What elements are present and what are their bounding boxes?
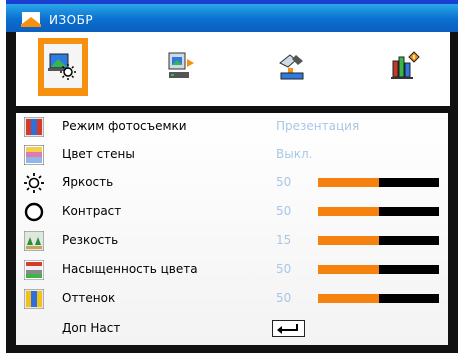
setup-settings-icon bbox=[279, 54, 304, 80]
tint-slider[interactable] bbox=[318, 294, 439, 303]
options-info-icon bbox=[391, 51, 420, 79]
brightness-slider[interactable] bbox=[318, 178, 439, 187]
color-saturation-icon bbox=[24, 260, 44, 280]
display-mode-value: Презентация bbox=[276, 119, 360, 133]
sharpness-slider[interactable] bbox=[318, 236, 439, 245]
contrast-slider[interactable] bbox=[318, 207, 439, 216]
tint-value: 50 bbox=[276, 291, 292, 305]
color-saturation-slider[interactable] bbox=[318, 265, 439, 274]
sharpness-icon bbox=[24, 231, 44, 251]
menu-item-tint[interactable]: Оттенок 50 bbox=[16, 286, 448, 312]
picture-menu: Режим фотосъемки Презентация Цвет стены … bbox=[16, 113, 448, 345]
contrast-value: 50 bbox=[276, 204, 292, 218]
menu-item-wall-color[interactable]: Цвет стены Выкл. bbox=[16, 142, 448, 168]
enter-button[interactable] bbox=[272, 320, 305, 337]
title-bar: ИЗОБР bbox=[6, 4, 458, 32]
display-mode-icon bbox=[24, 117, 44, 137]
menu-item-sharpness[interactable]: Резкость 15 bbox=[16, 228, 448, 254]
color-saturation-value: 50 bbox=[276, 262, 292, 276]
picture-icon bbox=[21, 12, 41, 27]
enter-icon bbox=[277, 324, 298, 334]
menu-item-advanced[interactable]: Доп Наст bbox=[16, 316, 448, 342]
wall-color-icon bbox=[24, 145, 44, 165]
menu-item-color-saturation[interactable]: Насыщенность цвета 50 bbox=[16, 257, 448, 283]
tint-icon bbox=[24, 289, 44, 309]
tab-image[interactable] bbox=[38, 38, 88, 96]
wall-color-value: Выкл. bbox=[276, 147, 313, 161]
sharpness-value: 15 bbox=[276, 233, 292, 247]
image-settings-icon bbox=[48, 53, 76, 80]
contrast-icon bbox=[24, 202, 44, 222]
brightness-icon bbox=[24, 173, 44, 193]
menu-item-contrast[interactable]: Контраст 50 bbox=[16, 199, 448, 225]
tab-setup[interactable] bbox=[266, 38, 316, 96]
menu-item-display-mode[interactable]: Режим фотосъемки Презентация bbox=[16, 114, 448, 140]
tab-options[interactable] bbox=[380, 38, 430, 96]
page-title: ИЗОБР bbox=[49, 13, 94, 27]
tab-display[interactable] bbox=[156, 38, 206, 96]
tab-bar bbox=[16, 32, 450, 106]
menu-item-brightness[interactable]: Яркость 50 bbox=[16, 170, 448, 196]
brightness-value: 50 bbox=[276, 175, 292, 189]
display-settings-icon bbox=[168, 52, 194, 78]
